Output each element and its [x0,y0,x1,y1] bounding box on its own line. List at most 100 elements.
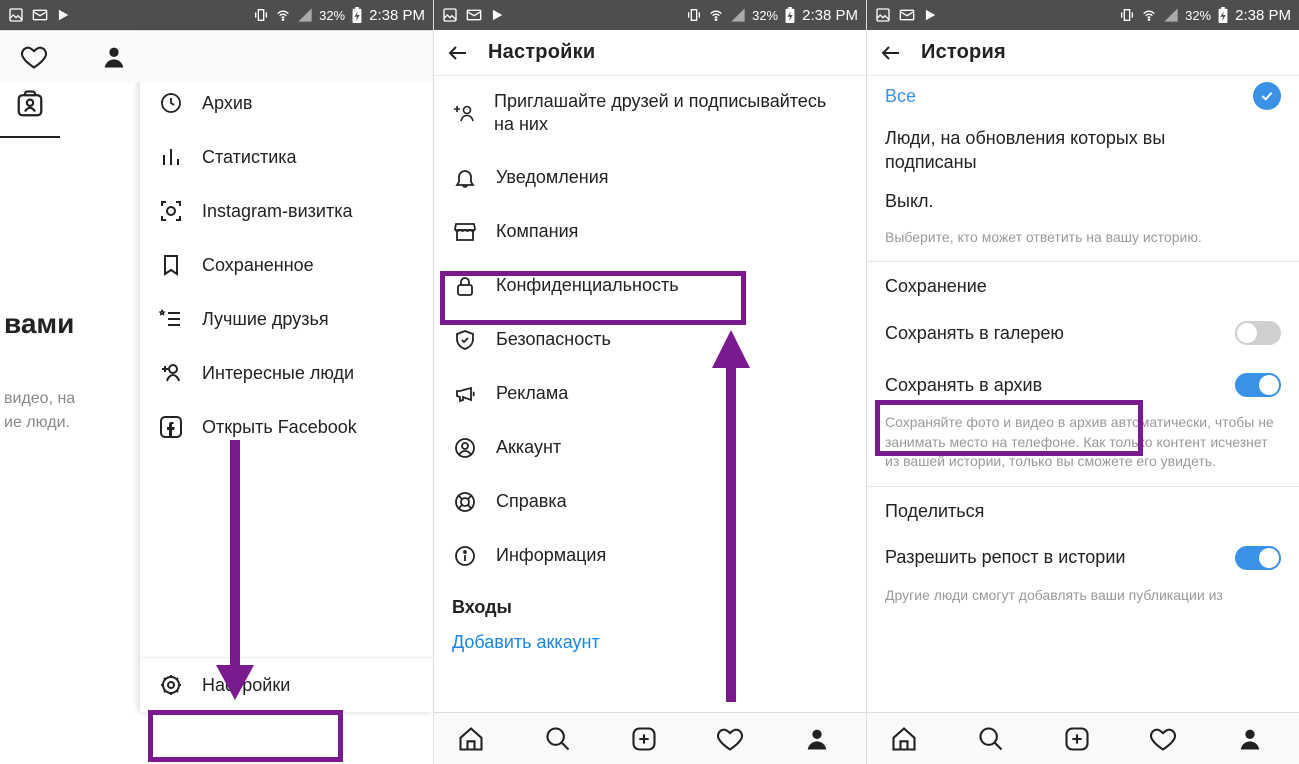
status-bar: 32% 2:38 PM [867,0,1299,30]
bottom-nav [867,712,1299,764]
underlay-text-1: видео, на [0,340,140,408]
settings-item-label: Конфиденциальность [496,275,679,296]
drawer-item-label: Instagram-визитка [202,201,352,222]
drawer-item-nametag[interactable]: Instagram-визитка [140,184,433,238]
signal-icon [297,7,313,23]
settings-item-help[interactable]: Справка [434,475,866,529]
back-arrow-icon[interactable] [879,41,903,65]
nav-search[interactable] [544,725,584,753]
saving-header: Сохранение [867,262,1299,307]
save-archive-row[interactable]: Сохранять в архив [867,359,1299,411]
reply-option-off[interactable]: Выкл. [867,181,1299,226]
vibrate-icon [686,7,702,23]
nav-activity[interactable] [1149,725,1189,753]
person-circle-icon [452,435,478,461]
battery-text: 32% [1185,8,1211,23]
nav-profile[interactable] [1236,725,1276,753]
archive-hint: Сохраняйте фото и видео в архив автомати… [867,411,1299,486]
drawer-item-label: Архив [202,93,252,114]
save-archive-toggle[interactable] [1235,373,1281,397]
settings-item-label: Реклама [496,383,568,404]
screen-settings: 32% 2:38 PM Настройки Приглашайте друзей… [433,0,866,764]
drawer-item-insights[interactable]: Статистика [140,130,433,184]
reply-option-off-label: Выкл. [885,191,934,212]
settings-item-label: Аккаунт [496,437,561,458]
drawer-item-discover[interactable]: Интересные люди [140,346,433,400]
signal-icon [730,7,746,23]
tag-people-icon[interactable] [10,84,50,124]
settings-item-invite[interactable]: Приглашайте друзей и подписывайтесь на н… [434,76,866,151]
wifi-icon [1141,7,1157,23]
battery-text: 32% [752,8,778,23]
save-gallery-toggle[interactable] [1235,321,1281,345]
clock-text: 2:38 PM [369,7,425,24]
nav-profile[interactable] [100,43,140,71]
drawer-item-archive[interactable]: Архив [140,76,433,130]
nav-add[interactable] [1063,725,1103,753]
help-buoy-icon [452,489,478,515]
drawer-item-label: Статистика [202,147,297,168]
reshare-hint: Другие люди смогут добавлять ваши публик… [867,584,1299,610]
settings-item-label: Информация [496,545,606,566]
nav-activity[interactable] [716,725,756,753]
settings-list: Приглашайте друзей и подписывайтесь на н… [434,76,866,712]
settings-item-notifications[interactable]: Уведомления [434,151,866,205]
screen-profile-drawer: 32% 2:38 PM вами видео, на ие люди. [0,0,433,764]
logins-header: Входы [434,583,866,628]
annotation-arrow-up [706,330,756,702]
drawer-item-label: Открыть Facebook [202,417,357,438]
settings-item-label: Приглашайте друзей и подписывайтесь на н… [494,90,848,137]
shield-icon [452,327,478,353]
allow-reshare-row[interactable]: Разрешить репост в истории [867,532,1299,584]
reply-option-following[interactable]: Люди, на обновления которых вы подписаны [867,116,1299,181]
back-arrow-icon[interactable] [446,41,470,65]
drawer-item-label: Лучшие друзья [202,309,329,330]
image-icon [875,7,891,23]
settings-item-security[interactable]: Безопасность [434,313,866,367]
clock-text: 2:38 PM [1235,7,1291,24]
drawer-item-close-friends[interactable]: Лучшие друзья [140,292,433,346]
drawer-item-saved[interactable]: Сохраненное [140,238,433,292]
image-icon [442,7,458,23]
nav-activity[interactable] [20,43,60,71]
nav-profile[interactable] [803,725,843,753]
add-account-link[interactable]: Добавить аккаунт [434,628,866,667]
battery-icon [351,7,363,23]
add-person-icon [158,360,184,386]
megaphone-icon [452,381,478,407]
reply-option-all[interactable]: Все [867,76,1299,116]
nav-add[interactable] [630,725,670,753]
lock-icon [452,273,478,299]
bookmark-icon [158,252,184,278]
nav-home[interactable] [457,725,497,753]
drawer-item-label: Сохраненное [202,255,314,276]
nav-search[interactable] [977,725,1017,753]
save-gallery-row[interactable]: Сохранять в галерею [867,307,1299,359]
status-bar: 32% 2:38 PM [0,0,433,30]
play-icon [490,8,504,22]
bell-icon [452,165,478,191]
settings-item-ads[interactable]: Реклама [434,367,866,421]
share-header: Поделиться [867,487,1299,532]
settings-item-business[interactable]: Компания [434,205,866,259]
drawer-item-label: Интересные люди [202,363,354,384]
drawer-item-facebook[interactable]: Открыть Facebook [140,400,433,454]
allow-reshare-toggle[interactable] [1235,546,1281,570]
drawer-item-settings[interactable]: Настройки [140,658,433,712]
nav-home[interactable] [890,725,930,753]
reply-option-following-label: Люди, на обновления которых вы подписаны [885,126,1205,175]
profile-underlay: вами видео, на ие люди. [0,30,140,712]
settings-item-privacy[interactable]: Конфиденциальность [434,259,866,313]
image-icon [8,7,24,23]
check-icon [1253,82,1281,110]
screen-story-settings: 32% 2:38 PM История Все Люди, на обновле… [866,0,1299,764]
story-settings: Все Люди, на обновления которых вы подпи… [867,76,1299,712]
allow-reshare-label: Разрешить репост в истории [885,547,1125,568]
bottom-nav [0,30,433,82]
archive-icon [158,90,184,116]
settings-item-about[interactable]: Информация [434,529,866,583]
nametag-icon [158,198,184,224]
battery-icon [1217,7,1229,23]
clock-text: 2:38 PM [802,7,858,24]
settings-item-account[interactable]: Аккаунт [434,421,866,475]
